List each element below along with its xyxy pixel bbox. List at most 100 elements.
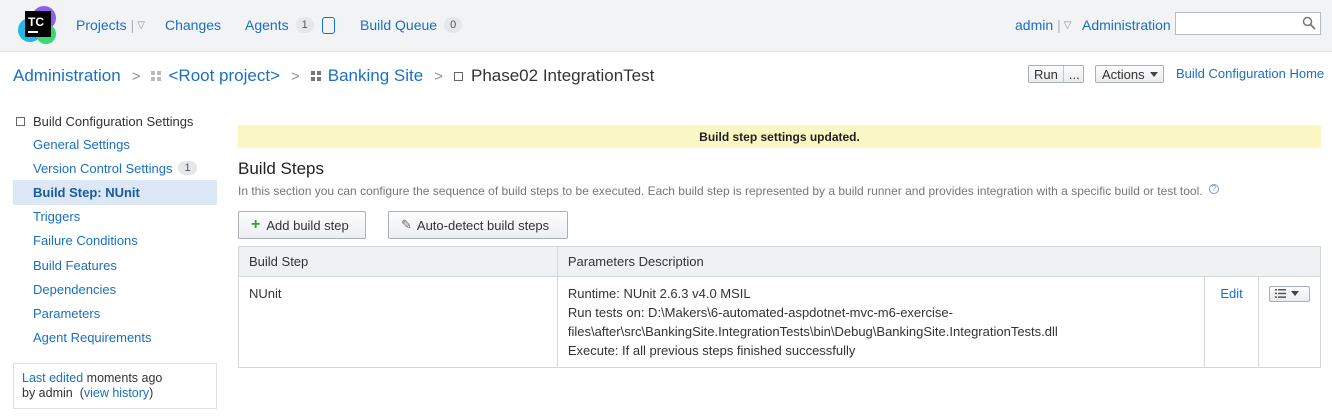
actions-button[interactable]: Actions (1095, 65, 1164, 83)
column-header-parameters: Parameters Description (556, 246, 1322, 277)
paren-close: ) (149, 386, 154, 400)
chevron-right-icon: > (291, 67, 300, 85)
help-icon[interactable]: ? (1208, 184, 1219, 194)
nav-agents: Agents 1 (245, 0, 335, 50)
section-description: In this section you can configure the se… (238, 184, 1219, 198)
auto-detect-label: Auto-detect build steps (416, 217, 550, 233)
nav-build-queue: Build Queue 0 (360, 0, 463, 50)
nav-administration: Administration (1082, 0, 1171, 50)
sidebar-item-label: Version Control Settings (33, 160, 173, 176)
build-step-parameters: Runtime: NUnit 2.6.3 v4.0 MSIL Run tests… (556, 276, 1206, 368)
build-steps-table: Build Step Parameters Description NUnit … (238, 246, 1322, 368)
sidebar-title: Build Configuration Settings (13, 110, 217, 132)
nav-agents-link[interactable]: Agents (245, 17, 289, 33)
sidebar-item-dependencies[interactable]: Dependencies (13, 277, 217, 301)
sidebar-item-label: Failure Conditions (33, 233, 138, 249)
sidebar-item-label: Build Features (33, 257, 117, 273)
project-grid-icon (310, 71, 321, 81)
param-run-tests-path: files\after\src\BankingSite.IntegrationT… (567, 324, 1058, 339)
section-description-text: In this section you can configure the se… (238, 184, 1203, 198)
list-icon (1274, 289, 1286, 298)
add-build-step-label: Add build step (266, 217, 349, 233)
table-row[interactable]: NUnit Runtime: NUnit 2.6.3 v4.0 MSIL Run… (238, 276, 1322, 368)
edit-cell: Edit (1204, 276, 1259, 368)
run-custom-build-button[interactable]: ... (1064, 67, 1085, 82)
table-header-row: Build Step Parameters Description (238, 246, 1322, 277)
build-queue-count-badge: 0 (444, 17, 463, 33)
sidebar-title-label: Build Configuration Settings (33, 113, 194, 129)
nav-changes-link[interactable]: Changes (165, 17, 221, 33)
last-edited-time: moments ago (86, 371, 163, 385)
user-menu-link[interactable]: admin (1015, 17, 1053, 33)
sidebar-item-label: Build Step: NUnit (33, 184, 140, 200)
sidebar-item-agent-requirements[interactable]: Agent Requirements (13, 326, 217, 350)
nav-projects: Projects | ▽ (76, 0, 145, 50)
sidebar-item-build-features[interactable]: Build Features (13, 253, 217, 277)
chevron-right-icon: > (131, 67, 141, 85)
nav-build-queue-link[interactable]: Build Queue (360, 17, 437, 33)
build-configuration-home-link[interactable]: Build Configuration Home (1176, 66, 1324, 81)
edit-step-link[interactable]: Edit (1220, 286, 1242, 301)
auto-detect-build-steps-button[interactable]: ✎ Auto-detect build steps (388, 211, 568, 239)
sidebar-item-label: Parameters (33, 305, 101, 321)
sidebar-item-version-control-settings[interactable]: Version Control Settings 1 (13, 156, 217, 180)
project-grid-icon (151, 71, 162, 81)
nav-changes: Changes (165, 0, 221, 50)
param-runtime: Runtime: NUnit 2.6.3 v4.0 MSIL (567, 286, 751, 301)
breadcrumb: Administration > <Root project> > Bankin… (13, 65, 654, 87)
last-edited-by: by admin (22, 386, 73, 400)
logo-text: TC (28, 15, 44, 29)
sidebar-item-label: General Settings (33, 136, 130, 152)
breadcrumb-banking-site[interactable]: Banking Site (328, 66, 423, 86)
agents-count-badge: 1 (295, 17, 314, 33)
sidebar-item-label: Triggers (33, 209, 81, 225)
run-button[interactable]: Run ... (1028, 65, 1084, 83)
build-configuration-icon (453, 71, 463, 81)
search-icon[interactable] (1302, 16, 1316, 30)
sidebar-item-triggers[interactable]: Triggers (13, 205, 217, 229)
param-execute: Execute: If all previous steps finished … (567, 343, 856, 358)
breadcrumb-administration[interactable]: Administration (13, 66, 121, 86)
run-button-label[interactable]: Run (1029, 66, 1064, 82)
user-menu: admin | ▽ (1015, 0, 1071, 50)
nav-divider: | (130, 17, 135, 33)
column-header-build-step: Build Step (238, 246, 558, 277)
chevron-down-icon (1290, 291, 1299, 296)
sidebar-item-general-settings[interactable]: General Settings (13, 132, 217, 156)
page-title: Phase02 IntegrationTest (470, 66, 655, 85)
nav-administration-link[interactable]: Administration (1082, 17, 1171, 33)
step-menu-cell (1257, 276, 1322, 368)
projects-dropdown-icon[interactable]: ▽ (137, 20, 145, 31)
last-edited-link[interactable]: Last edited (22, 371, 83, 385)
view-history-link[interactable]: view history (84, 386, 149, 400)
nav-projects-link[interactable]: Projects (76, 17, 127, 33)
user-dropdown-icon[interactable]: ▽ (1064, 20, 1072, 31)
chevron-right-icon: > (434, 67, 443, 85)
sidebar-item-label: Dependencies (33, 281, 117, 297)
build-step-name[interactable]: NUnit (238, 276, 558, 368)
param-run-tests-on: Run tests on: D:\Makers\6-automated-aspd… (567, 305, 953, 320)
settings-sidebar: Build Configuration Settings General Set… (13, 110, 217, 350)
build-configuration-icon (16, 116, 25, 126)
sidebar-item-parameters[interactable]: Parameters (13, 301, 217, 325)
paren-open: ( (76, 386, 84, 400)
step-actions-menu-button[interactable] (1268, 285, 1310, 302)
add-build-step-button[interactable]: + Add build step (238, 211, 366, 239)
top-navigation-bar: TC Projects | ▽ Changes Agents 1 Build Q… (0, 0, 1332, 52)
magic-wand-icon: ✎ (401, 217, 412, 232)
sidebar-item-build-step[interactable]: Build Step: NUnit (13, 180, 217, 205)
sidebar-item-label: Agent Requirements (33, 330, 152, 346)
section-title: Build Steps (238, 159, 324, 178)
sidebar-item-failure-conditions[interactable]: Failure Conditions (13, 229, 217, 253)
teamcity-logo-icon[interactable]: TC (16, 4, 58, 46)
breadcrumb-root-project[interactable]: <Root project> (168, 66, 280, 86)
plus-icon: + (251, 216, 261, 233)
actions-button-label: Actions (1102, 66, 1145, 82)
agent-status-icon[interactable] (321, 16, 335, 34)
last-edited-box: Last edited moments ago by admin (view h… (13, 363, 217, 409)
chevron-down-icon (1149, 71, 1158, 77)
nav-divider: | (1057, 17, 1061, 33)
search-input[interactable] (1175, 12, 1321, 35)
success-notice: Build step settings updated. (238, 125, 1321, 148)
vcs-count-badge: 1 (178, 161, 197, 176)
